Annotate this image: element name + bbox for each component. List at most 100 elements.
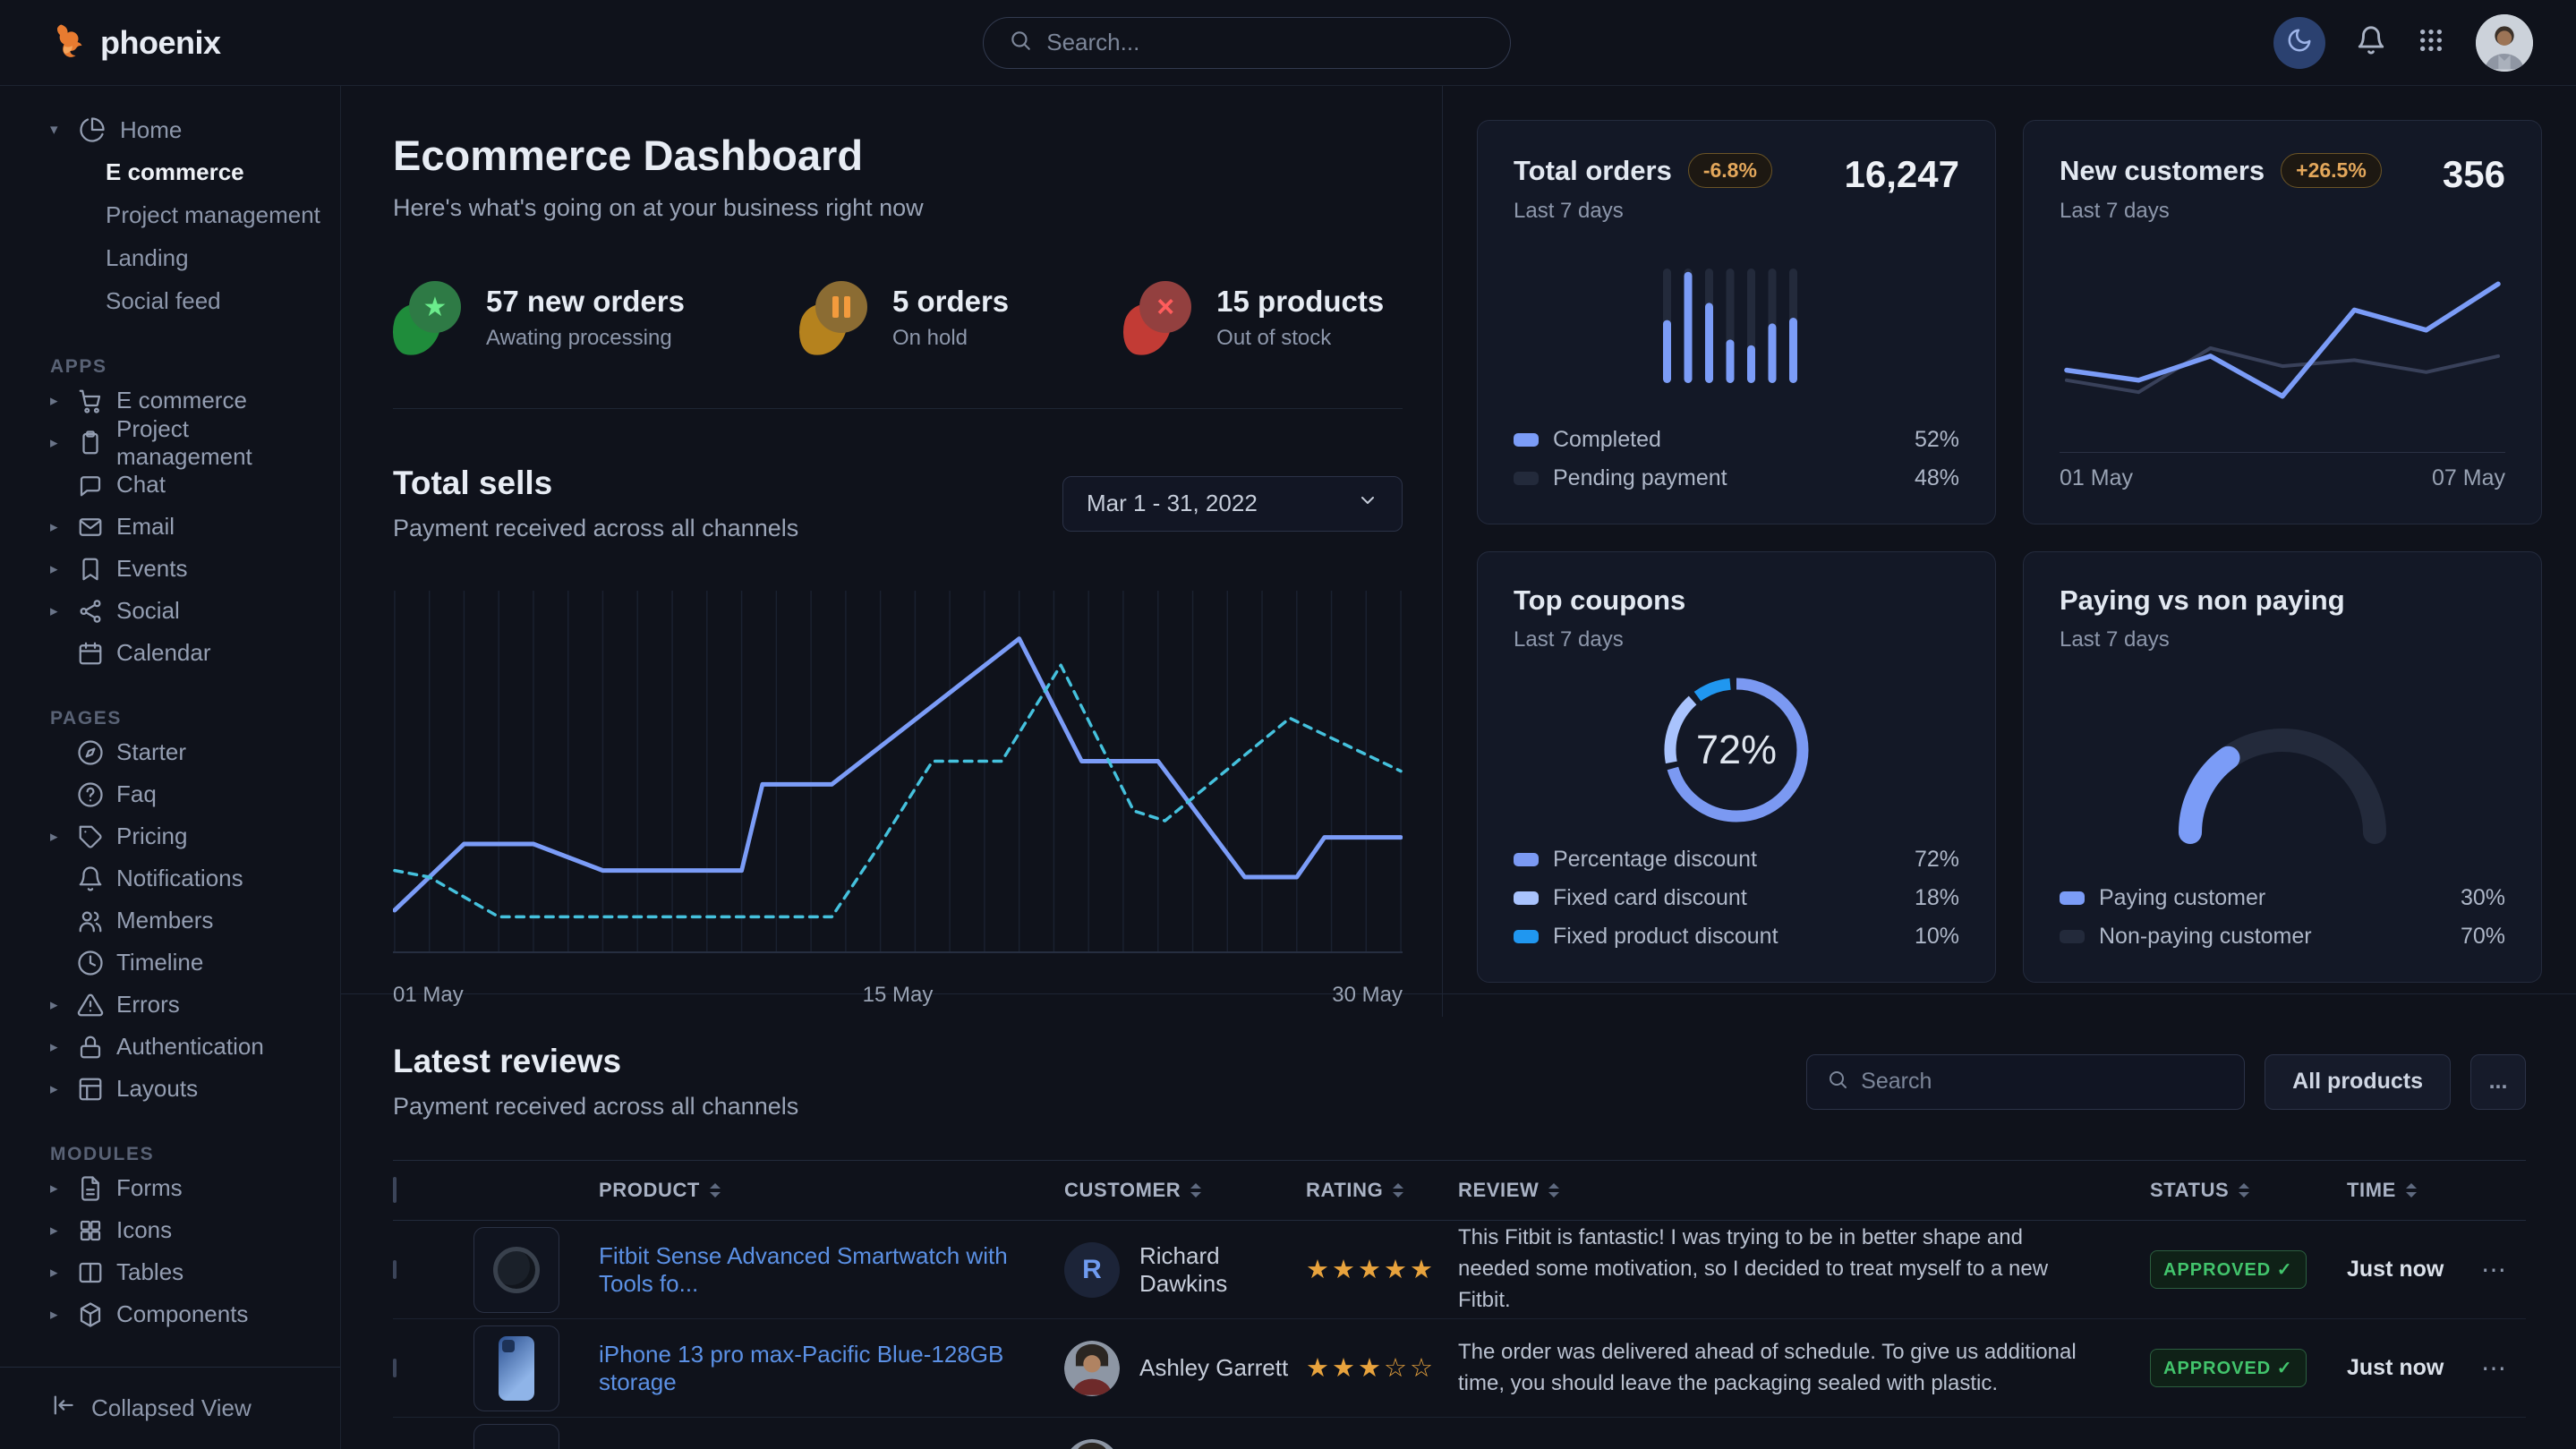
sort-icon[interactable] [2238,1182,2250,1198]
page-subtitle: Here's what's going on at your business … [393,194,1403,222]
sort-icon[interactable] [1392,1182,1404,1198]
sidebar-item-events[interactable]: ▸Events [50,548,322,590]
collapse-sidebar-button[interactable]: Collapsed View [0,1367,340,1449]
product-thumbnail[interactable] [473,1424,559,1449]
product-link[interactable]: Fitbit Sense Advanced Smartwatch with To… [599,1242,1064,1298]
sort-icon[interactable] [1190,1182,1202,1198]
sidebar-item-label: Layouts [116,1075,198,1103]
sidebar-item-email[interactable]: ▸Email [50,506,322,548]
search-input[interactable] [1046,29,1485,56]
column-header-time[interactable]: TIME [2347,1179,2481,1202]
stat-value: 57 new orders [486,285,685,319]
brand[interactable]: phoenix [50,21,221,64]
status-badge: APPROVED ✓ [2150,1349,2307,1387]
sidebar-item-tables[interactable]: ▸Tables [50,1251,322,1293]
total-orders-bar-chart [1514,224,1959,427]
user-avatar[interactable] [2476,14,2533,72]
trend-badge: +26.5% [2281,153,2382,188]
all-products-button[interactable]: All products [2265,1054,2451,1110]
legend-paying-customer: Paying customer30% [2060,885,2505,911]
reviews-search-input[interactable] [1861,1069,2224,1095]
sidebar-item-social[interactable]: ▸Social [50,590,322,632]
sidebar-item-errors[interactable]: ▸Errors [50,984,322,1026]
sort-icon[interactable] [2405,1182,2418,1198]
notifications-button[interactable] [2356,25,2386,60]
column-header-review[interactable]: REVIEW [1458,1179,2150,1202]
grid4-icon [77,1217,104,1244]
review-row: iPhone 13 pro max-Pacific Blue-128GB sto… [393,1319,2526,1418]
sidebar-item-social-feed[interactable]: Social feed [50,279,322,322]
sidebar-item-members[interactable]: Members [50,899,322,942]
select-all-checkbox[interactable] [393,1177,397,1203]
row-more-button[interactable]: ⋯ [2481,1256,2508,1283]
x-tick: 07 May [2432,465,2505,491]
legend-value: 48% [1915,465,1959,491]
sort-icon[interactable] [709,1182,721,1198]
customer-avatar[interactable] [1064,1341,1120,1396]
sidebar-item-authentication[interactable]: ▸Authentication [50,1026,322,1068]
sidebar-item-project-management[interactable]: ▸Project management [50,422,322,464]
customer-avatar[interactable] [1064,1439,1120,1449]
column-header-product[interactable]: PRODUCT [599,1179,1064,1202]
brand-name: phoenix [100,24,221,62]
legend-non-paying-customer: Non-paying customer70% [2060,924,2505,950]
legend-swatch [1514,930,1539,943]
theme-toggle-button[interactable] [2273,17,2325,69]
caret-right-icon: ▸ [50,392,64,410]
phoenix-logo-icon [50,21,88,64]
sidebar-item-e-commerce[interactable]: E commerce [50,150,322,193]
share-icon [77,598,104,625]
new-customers-value: 356 [2443,153,2505,196]
reviews-search[interactable] [1806,1054,2245,1110]
sidebar-home-label: Home [120,116,182,144]
legend-swatch [1514,433,1539,447]
row-more-button[interactable]: ⋯ [2481,1354,2508,1382]
sidebar-item-forms[interactable]: ▸Forms [50,1167,322,1209]
card-title: Total orders [1514,155,1672,187]
product-thumbnail[interactable] [473,1227,559,1313]
sidebar-item-timeline[interactable]: Timeline [50,942,322,984]
sort-icon[interactable] [1548,1182,1560,1198]
column-header-status[interactable]: STATUS [2150,1179,2347,1202]
sidebar-item-layouts[interactable]: ▸Layouts [50,1068,322,1110]
row-checkbox[interactable] [393,1260,397,1279]
customer-avatar[interactable]: R [1064,1242,1120,1298]
column-header-customer[interactable]: CUSTOMER [1064,1179,1306,1202]
column-header-rating[interactable]: RATING [1306,1179,1458,1202]
stat-pause-icon [799,279,871,356]
sidebar-item-label: Timeline [116,949,203,976]
sidebar-item-pricing[interactable]: ▸Pricing [50,815,322,857]
more-options-button[interactable]: ... [2470,1054,2526,1110]
caret-right-icon: ▸ [50,996,64,1014]
row-checkbox[interactable] [393,1359,397,1377]
sidebar-item-starter[interactable]: Starter [50,731,322,773]
sidebar-item-notifications[interactable]: Notifications [50,857,322,899]
date-range-select[interactable]: Mar 1 - 31, 2022 [1062,476,1403,532]
apps-menu-button[interactable] [2417,26,2445,59]
stat-caption: Out of stock [1216,326,1384,351]
sidebar-item-label: Calendar [116,639,211,667]
sidebar-item-components[interactable]: ▸Components [50,1293,322,1335]
global-search[interactable] [983,17,1511,69]
sidebar-item-calendar[interactable]: Calendar [50,632,322,674]
sidebar-item-icons[interactable]: ▸Icons [50,1209,322,1251]
rating-stars: ★★★☆☆ [1306,1354,1436,1383]
legend-pending-payment: Pending payment48% [1514,465,1959,491]
review-time: Just now [2347,1257,2444,1282]
sidebar-item-label: Project management [116,415,322,471]
sidebar-item-landing[interactable]: Landing [50,236,322,279]
sidebar-item-project-management[interactable]: Project management [50,193,322,236]
mail-icon [77,514,104,541]
stat-awating-processing: ★57 new ordersAwating processing [393,279,685,356]
review-time: Just now [2347,1355,2444,1380]
cart-icon [77,388,104,414]
clipboard-icon [77,430,104,456]
sidebar-item-home[interactable]: ▾ Home [50,109,322,150]
top-coupons-donut-chart: 72% [1514,652,1959,847]
chevron-down-icon [1357,490,1378,517]
legend-label: Fixed product discount [1553,924,1778,950]
sidebar-item-faq[interactable]: Faq [50,773,322,815]
sidebar-item-label: Pricing [116,823,187,850]
product-thumbnail[interactable] [473,1325,559,1411]
product-link[interactable]: iPhone 13 pro max-Pacific Blue-128GB sto… [599,1341,1064,1396]
